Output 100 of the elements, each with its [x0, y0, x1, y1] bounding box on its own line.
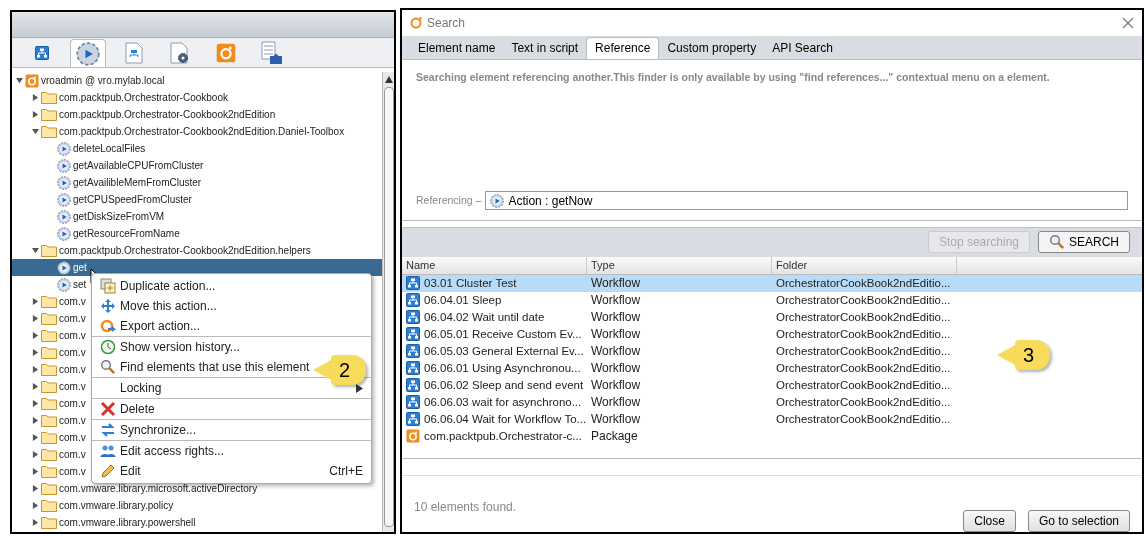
toolbar-tab[interactable] — [70, 39, 106, 67]
table-cell-text: Workflow — [590, 292, 642, 310]
tree-item[interactable]: getCPUSpeedFromCluster — [73, 192, 192, 207]
tree-item[interactable]: getResourceFromName — [73, 226, 180, 241]
collapsed-arrow-icon[interactable] — [32, 519, 39, 526]
expanded-arrow-icon[interactable] — [32, 128, 39, 135]
table-cell-text: OrchestratorCookBook2ndEditio... — [775, 292, 952, 308]
table-row[interactable]: 06.06.01 Using Asynchronou... Workflow OrchestratorCookBook2ndEditio... — [402, 359, 957, 377]
collapsed-arrow-icon[interactable] — [32, 366, 39, 373]
tree-item[interactable]: com.packtpub.Orchestrator-Cookbook2ndEdition.Daniel-Toolbox — [59, 124, 345, 139]
expanded-arrow-icon[interactable] — [32, 247, 39, 254]
menu-item[interactable]: Edit — [100, 462, 141, 480]
reference-field[interactable]: Action : getNow — [485, 191, 1128, 211]
tree-item[interactable]: com.packtpub.Orchestrator-Cookbook — [59, 90, 228, 105]
collapsed-arrow-icon[interactable] — [32, 468, 39, 475]
collapsed-arrow-icon[interactable] — [32, 434, 39, 441]
collapsed-arrow-icon[interactable] — [32, 111, 39, 118]
tree-item[interactable]: com.v — [59, 294, 86, 309]
table-row[interactable]: 06.04.01 Sleep Workflow OrchestratorCookBook2ndEditio... — [402, 291, 957, 309]
table-cell-text: Workflow — [590, 343, 642, 361]
folder-icon — [41, 346, 57, 359]
table-row[interactable]: 06.06.04 Wait for Workflow To... Workflow OrchestratorCookBook2ndEditio... — [402, 410, 957, 428]
tree-item[interactable]: com.v — [59, 447, 86, 462]
column-header[interactable]: Folder — [772, 256, 957, 274]
menu-item[interactable]: Find elements that use this element — [100, 358, 310, 376]
folder-icon — [41, 363, 57, 376]
tree-item[interactable]: getAvailibleMemFromCluster — [73, 175, 202, 190]
table-row[interactable]: com.packtpub.Orchestrator-c... Package — [402, 427, 957, 445]
tree-item[interactable]: com.v — [59, 328, 86, 343]
collapsed-arrow-icon[interactable] — [32, 502, 39, 509]
tree-item[interactable]: com.v — [59, 464, 86, 479]
table-row[interactable]: 06.05.01 Receive Custom Ev... Workflow OrchestratorCookBook2ndEditio... — [402, 325, 957, 343]
tree-item[interactable]: vroadmin @ vro.mylab.local — [41, 73, 165, 88]
menu-item[interactable]: Locking — [100, 379, 162, 397]
collapsed-arrow-icon[interactable] — [32, 298, 39, 305]
go-to-selection-button[interactable]: Go to selection — [1027, 510, 1130, 532]
expanded-arrow-icon[interactable] — [16, 77, 23, 84]
table-cell-text: Workflow — [590, 275, 642, 293]
gear-play-icon — [57, 192, 71, 207]
menu-item[interactable]: Edit access rights... — [100, 442, 225, 460]
tree-item[interactable]: com.v — [59, 396, 86, 411]
search-button[interactable]: SEARCH — [1038, 231, 1130, 254]
collapsed-arrow-icon[interactable] — [32, 417, 39, 424]
scroll-up-icon[interactable] — [384, 76, 393, 83]
column-header[interactable]: Type — [587, 256, 772, 274]
table-row[interactable]: 06.05.03 General External Ev... Workflow OrchestratorCookBook2ndEditio... — [402, 342, 957, 360]
tab[interactable]: Custom property — [659, 36, 765, 59]
gear-play-icon — [490, 193, 505, 208]
column-header[interactable]: Name — [402, 256, 587, 274]
gear-play-icon — [57, 260, 71, 275]
tree-item[interactable]: com.v — [59, 362, 86, 377]
status-text: 10 elements found. — [414, 499, 517, 516]
tree-item[interactable]: get — [73, 260, 87, 275]
tree-item[interactable]: getAvailableCPUFromCluster — [73, 158, 204, 173]
tree-item[interactable]: getDiskSizeFromVM — [73, 209, 165, 224]
tree-item[interactable]: com.vmware.library.policy — [59, 498, 174, 513]
tab[interactable]: API Search — [764, 36, 841, 59]
table-cell-text: 06.04.01 Sleep — [424, 292, 502, 308]
collapsed-arrow-icon[interactable] — [32, 332, 39, 339]
table-cell-text: Workflow — [590, 411, 642, 429]
tree-item[interactable]: com.vmware.library.powershell — [59, 515, 196, 530]
tree-item[interactable]: com.vmware.library.microsoft.activeDirectory — [59, 481, 258, 496]
collapsed-arrow-icon[interactable] — [32, 485, 39, 492]
callout-pointer-icon — [313, 360, 331, 380]
menu-item[interactable]: Move this action... — [100, 297, 217, 315]
gear-play-icon — [57, 175, 71, 190]
table-row[interactable]: 06.06.02 Sleep and send event Workflow OrchestratorCookBook2ndEditio... — [402, 376, 957, 394]
collapsed-arrow-icon[interactable] — [32, 349, 39, 356]
tab[interactable]: Element name — [410, 36, 504, 59]
menu-item[interactable]: Show version history... — [100, 338, 240, 356]
table-row[interactable]: 06.06.03 wait for asynchrono... Workflow OrchestratorCookBook2ndEditio... — [402, 393, 957, 411]
close-icon[interactable] — [1122, 16, 1134, 29]
tree-item[interactable]: com.packtpub.Orchestrator-Cookbook2ndEdition.helpers — [59, 243, 311, 258]
collapsed-arrow-icon[interactable] — [32, 315, 39, 322]
folder-icon — [41, 312, 57, 325]
tree-item[interactable]: com.v — [59, 379, 86, 394]
close-button[interactable]: Close — [963, 510, 1016, 532]
tree-item[interactable]: com.v — [59, 311, 86, 326]
collapsed-arrow-icon[interactable] — [32, 451, 39, 458]
tree-item[interactable]: com.v — [59, 345, 86, 360]
list-puzzle-icon — [261, 41, 283, 65]
tree-item[interactable]: deleteLocalFiles — [73, 141, 146, 156]
collapsed-arrow-icon[interactable] — [32, 400, 39, 407]
menu-item[interactable]: Delete — [100, 400, 155, 418]
duplicate-icon — [100, 278, 116, 294]
scrollbar[interactable] — [382, 72, 394, 532]
gear-play-icon — [57, 141, 71, 156]
menu-item[interactable]: Export action... — [100, 317, 201, 335]
table-row[interactable]: 06.04.02 Wait until date Workflow OrchestratorCookBook2ndEditio... — [402, 308, 957, 326]
tree-item[interactable]: com.packtpub.Orchestrator-Cookbook2ndEdition — [59, 107, 276, 122]
tab[interactable]: Text in script — [503, 36, 587, 59]
collapsed-arrow-icon[interactable] — [32, 94, 39, 101]
menu-item[interactable]: Synchronize... — [100, 421, 197, 439]
menu-item[interactable]: Duplicate action... — [100, 277, 216, 295]
tree-item[interactable]: set — [73, 277, 87, 292]
collapsed-arrow-icon[interactable] — [32, 383, 39, 390]
tree-item[interactable]: com.v — [59, 430, 86, 445]
tree-item[interactable]: com.v — [59, 413, 86, 428]
tab[interactable]: Reference — [586, 36, 660, 59]
table-cell-text: Workflow — [590, 394, 642, 412]
